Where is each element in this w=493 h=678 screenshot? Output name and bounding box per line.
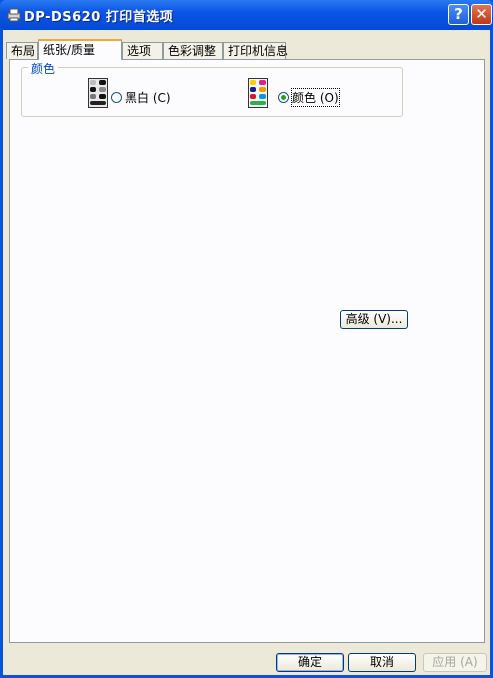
radio-monochrome-dot[interactable]: [111, 92, 122, 103]
title-bar[interactable]: DP-DS620 打印首选项 ? ✕: [0, 0, 493, 30]
window-title: DP-DS620 打印首选项: [24, 10, 174, 25]
print-preferences-window: DP-DS620 打印首选项 ? ✕ 布局 纸张/质量 选项 色彩调整 打印机信…: [0, 0, 493, 678]
apply-button: 应用 (A): [423, 653, 487, 672]
radio-monochrome-label: 黑白 (C): [125, 91, 171, 105]
printer-app-icon: [7, 8, 21, 22]
tab-printer-info[interactable]: 打印机信息: [223, 42, 288, 59]
dialog-client-area: 布局 纸张/质量 选项 色彩调整 打印机信息 颜色 黑白 (C) 颜色 (O) …: [3, 30, 490, 675]
tab-options[interactable]: 选项: [122, 42, 163, 59]
tab-paper-quality[interactable]: 纸张/质量: [38, 39, 122, 60]
cancel-button[interactable]: 取消: [348, 653, 416, 672]
radio-color-label: 颜色 (O): [291, 88, 340, 107]
radio-monochrome[interactable]: 黑白 (C): [111, 89, 171, 106]
radio-color-dot[interactable]: [278, 92, 289, 103]
color-printer-icon: [248, 78, 268, 108]
close-button[interactable]: ✕: [471, 4, 492, 25]
advanced-button[interactable]: 高级 (V)...: [340, 310, 408, 329]
color-groupbox: 颜色 黑白 (C) 颜色 (O): [21, 60, 403, 117]
help-button[interactable]: ?: [448, 4, 469, 25]
tab-panel-paper-quality: 颜色 黑白 (C) 颜色 (O) 高级 (V)...: [9, 59, 485, 643]
ok-button[interactable]: 确定: [276, 653, 344, 672]
color-group-legend: 颜色: [28, 60, 59, 77]
tab-color-adjust[interactable]: 色彩调整: [163, 42, 223, 59]
tab-layout[interactable]: 布局: [6, 42, 38, 59]
monochrome-printer-icon: [88, 78, 108, 108]
radio-color[interactable]: 颜色 (O): [278, 88, 340, 107]
